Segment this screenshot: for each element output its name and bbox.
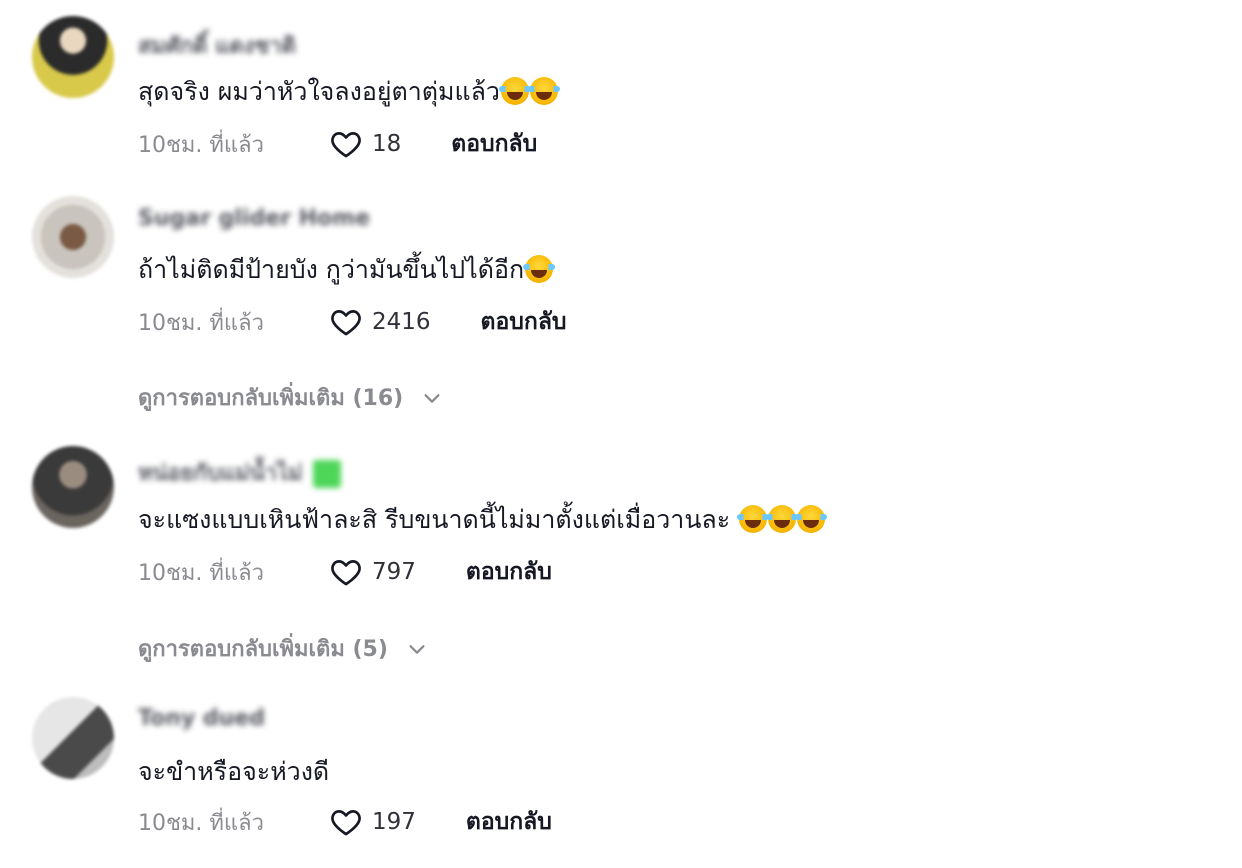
like-button[interactable]: 797 xyxy=(328,555,416,589)
comment-text: สุดจริง ผมว่าหัวใจลงอยู่ตาตุ่มแล้ว xyxy=(138,72,560,112)
comment-text-body: ถ้าไม่ติดมีป้ายบัง กูว่ามันขึ้นไปได้อีก xyxy=(138,255,525,284)
comment-text: จะขำหรือจะห่วงดี xyxy=(138,752,329,792)
like-button[interactable]: 197 xyxy=(328,805,416,839)
avatar[interactable] xyxy=(32,697,114,779)
chevron-down-icon xyxy=(409,644,425,654)
comment-meta: 10ชม. ที่แล้ว 197 ตอบกลับ xyxy=(138,805,552,839)
like-count: 2416 xyxy=(372,309,431,335)
heart-outline-icon xyxy=(331,560,361,586)
timestamp: 10ชม. ที่แล้ว xyxy=(138,310,264,336)
reply-button[interactable]: ตอบกลับ xyxy=(451,126,537,162)
comment-meta: 10ชม. ที่แล้ว 2416 ตอบกลับ xyxy=(138,305,567,339)
timestamp: 10ชม. ที่แล้ว xyxy=(138,560,264,586)
reply-button[interactable]: ตอบกลับ xyxy=(466,804,552,840)
timestamp: 10ชม. ที่แล้ว xyxy=(138,132,264,158)
laughing-emoji-icon xyxy=(737,505,770,533)
avatar[interactable] xyxy=(32,196,114,278)
reply-button[interactable]: ตอบกลับ xyxy=(481,304,567,340)
comment-meta: 10ชม. ที่แล้ว 797 ตอบกลับ xyxy=(138,555,552,589)
view-more-replies-button[interactable]: ดูการตอบกลับเพิ่มเติม (16) xyxy=(138,380,443,415)
avatar[interactable] xyxy=(32,446,114,528)
like-count: 197 xyxy=(372,809,416,835)
heart-outline-icon xyxy=(331,132,361,158)
username[interactable]: สมศักดิ์ แดงชาติ xyxy=(138,28,296,59)
heart-outline-icon xyxy=(331,310,361,336)
comment-text-body: จะแซงแบบเหินฟ้าละสิ รีบขนาดนี้ไม่มาตั้งแ… xyxy=(138,505,739,534)
view-more-replies-label: ดูการตอบกลับเพิ่มเติม (5) xyxy=(138,637,388,662)
comment-text: ถ้าไม่ติดมีป้ายบัง กูว่ามันขึ้นไปได้อีก xyxy=(138,250,556,290)
avatar[interactable] xyxy=(32,16,114,98)
verified-badge-icon xyxy=(312,460,341,488)
laughing-emoji-icon xyxy=(498,77,531,105)
reply-button[interactable]: ตอบกลับ xyxy=(466,554,552,590)
timestamp: 10ชม. ที่แล้ว xyxy=(138,810,264,836)
like-button[interactable]: 18 xyxy=(328,127,401,161)
view-more-replies-button[interactable]: ดูการตอบกลับเพิ่มเติม (5) xyxy=(138,631,428,666)
laughing-emoji-icon xyxy=(766,505,799,533)
username[interactable]: Sugar glider Home xyxy=(138,206,370,234)
view-more-replies-label: ดูการตอบกลับเพิ่มเติม (16) xyxy=(138,386,404,411)
username-text: หน่อยกับแม่น้ำไม่ xyxy=(138,461,303,486)
like-button[interactable]: 2416 xyxy=(328,305,431,339)
comment-text: จะแซงแบบเหินฟ้าละสิ รีบขนาดนี้ไม่มาตั้งแ… xyxy=(138,500,828,540)
comment-text-body: สุดจริง ผมว่าหัวใจลงอยู่ตาตุ่มแล้ว xyxy=(138,77,500,106)
like-count: 797 xyxy=(372,559,416,585)
laughing-emoji-icon xyxy=(523,255,556,283)
heart-outline-icon xyxy=(331,810,361,836)
username[interactable]: หน่อยกับแม่น้ำไม่ xyxy=(138,455,341,488)
comment-meta: 10ชม. ที่แล้ว 18 ตอบกลับ xyxy=(138,127,537,161)
username[interactable]: Tony dued xyxy=(138,706,265,734)
comment-text-body: จะขำหรือจะห่วงดี xyxy=(138,757,330,786)
laughing-emoji-icon xyxy=(795,505,828,533)
like-count: 18 xyxy=(372,131,402,157)
chevron-down-icon xyxy=(424,393,440,403)
laughing-emoji-icon xyxy=(527,77,560,105)
